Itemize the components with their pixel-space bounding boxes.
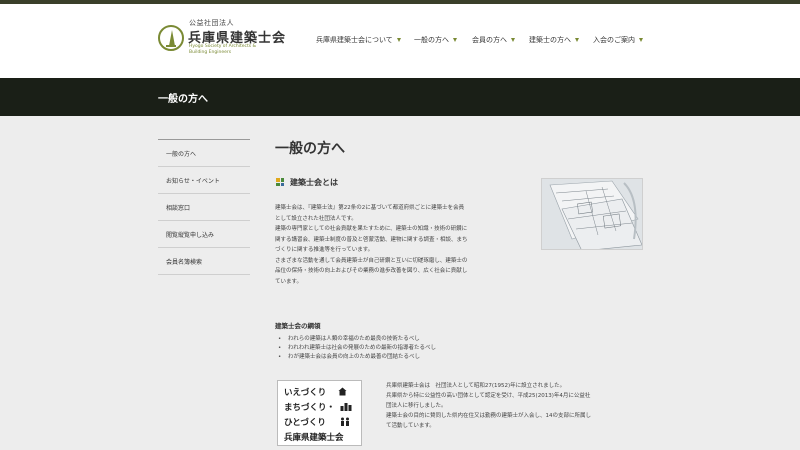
about-text-line: ています。	[275, 278, 302, 285]
nav-item-label: 会員の方へ	[472, 36, 507, 44]
about-text: 建築士会は、『建築士法』第22条の2に基づいて都道府県ごとに建築士を会員 として…	[275, 203, 517, 287]
principles-list: われらの建築は人類の幸福のため最良の技術たるべし われわれ建築士は社会の発展のた…	[278, 335, 538, 362]
slogan-line: いえづくり	[284, 388, 327, 398]
sidebar-item-general[interactable]: 一般の方へ	[158, 140, 250, 167]
four-squares-icon	[276, 178, 284, 186]
section-title: 建築士会とは	[290, 178, 338, 187]
nav-item-architects[interactable]: 建築士の方へ	[529, 34, 579, 46]
about-text-line: 関する講習会、建築士制度の普及と啓蒙活動、建物に関する調査・相談、まち	[275, 236, 468, 243]
history-text-line: 兵庫県建築士会は 社団法人として昭和27(1952)年に設立されました。	[386, 383, 566, 389]
house-icon	[338, 387, 347, 398]
about-text-line: として設立された社団法人です。	[275, 215, 357, 222]
nav-item-about[interactable]: 兵庫県建築士会について	[316, 34, 401, 46]
principles-title: 建築士会の綱領	[275, 322, 321, 330]
nav-item-join[interactable]: 入会のご案内	[593, 34, 643, 46]
nav-item-label: 一般の方へ	[414, 36, 449, 44]
list-item: われわれ建築士は社会の発展のための最新の指導者たるべし	[278, 344, 538, 353]
slogan-line: まちづくり・	[284, 403, 336, 413]
org-name-english: Hyogo Society of Architects & Building E…	[189, 44, 257, 55]
page-title: 一般の方へ	[275, 141, 345, 157]
history-text-line: 建築士会の目的に賛同した県内在住又は勤務の建築士が入会し、14の支部に所属し	[386, 413, 592, 419]
page-title-band	[0, 78, 800, 116]
caret-down-icon	[396, 38, 401, 42]
history-text-line: 兵庫県から特に公益性の高い団体として認定を受け、平成25(2013)年4月に公益…	[386, 393, 591, 399]
slogan-org-name: 兵庫県建築士会	[284, 433, 344, 443]
tower-logo-icon[interactable]	[158, 25, 184, 51]
nav-item-label: 建築士の方へ	[529, 36, 571, 44]
sidebar-item-member-search[interactable]: 会員名簿検索	[158, 248, 250, 275]
caret-down-icon	[575, 38, 579, 42]
list-item: わが建築士会は会員の向上のため最善の団結たるべし	[278, 353, 538, 362]
sidebar-item-news-events[interactable]: お知らせ・イベント	[158, 167, 250, 194]
blueprint-photo	[541, 178, 643, 250]
people-icon	[340, 417, 350, 428]
about-text-line: さまざまな活動を通して会員建築士が自己研鑽と互いに切磋琢磨し、建築士の	[275, 257, 468, 264]
nav-item-label: 兵庫県建築士会について	[316, 36, 393, 44]
list-item: われらの建築は人類の幸福のため最良の技術たるべし	[278, 335, 538, 344]
band-title: 一般の方へ	[158, 94, 208, 105]
history-text-line: 団法人に移行しました。	[386, 403, 447, 409]
slogan-card: いえづくり まちづくり・ ひとづくり 兵庫県建築士会	[277, 380, 362, 446]
about-text-line: 建築士会は、『建築士法』第22条の2に基づいて都道府県ごとに建築士を会員	[275, 205, 465, 211]
nav-item-general[interactable]: 一般の方へ	[414, 34, 457, 46]
caret-down-icon	[639, 38, 643, 42]
nav-item-label: 入会のご案内	[593, 36, 635, 44]
history-text-line: て活動しています。	[386, 423, 435, 429]
caret-down-icon	[511, 38, 515, 42]
about-text-line: づくりに関する推進等を行っています。	[275, 247, 374, 253]
sidebar-item-inspection-request[interactable]: 閲覧縦覧申し込み	[158, 221, 250, 248]
about-text-line: 品位の保持・技術の向上およびその業務の進歩改善を図り、広く社会に貢献し	[275, 268, 468, 274]
buildings-icon	[340, 402, 352, 413]
nav-item-members[interactable]: 会員の方へ	[472, 34, 515, 46]
about-text-line: 建築の専門家としての社会貢献を果たすために、建築士の知識・技術の研鑽に	[275, 226, 468, 232]
history-text: 兵庫県建築士会は 社団法人として昭和27(1952)年に設立されました。 兵庫県…	[386, 381, 641, 431]
caret-down-icon	[453, 38, 457, 42]
sidebar-nav: 一般の方へ お知らせ・イベント 相談窓口 閲覧縦覧申し込み 会員名簿検索	[158, 139, 250, 275]
slogan-line: ひとづくり	[284, 418, 326, 428]
sidebar-item-consultation[interactable]: 相談窓口	[158, 194, 250, 221]
